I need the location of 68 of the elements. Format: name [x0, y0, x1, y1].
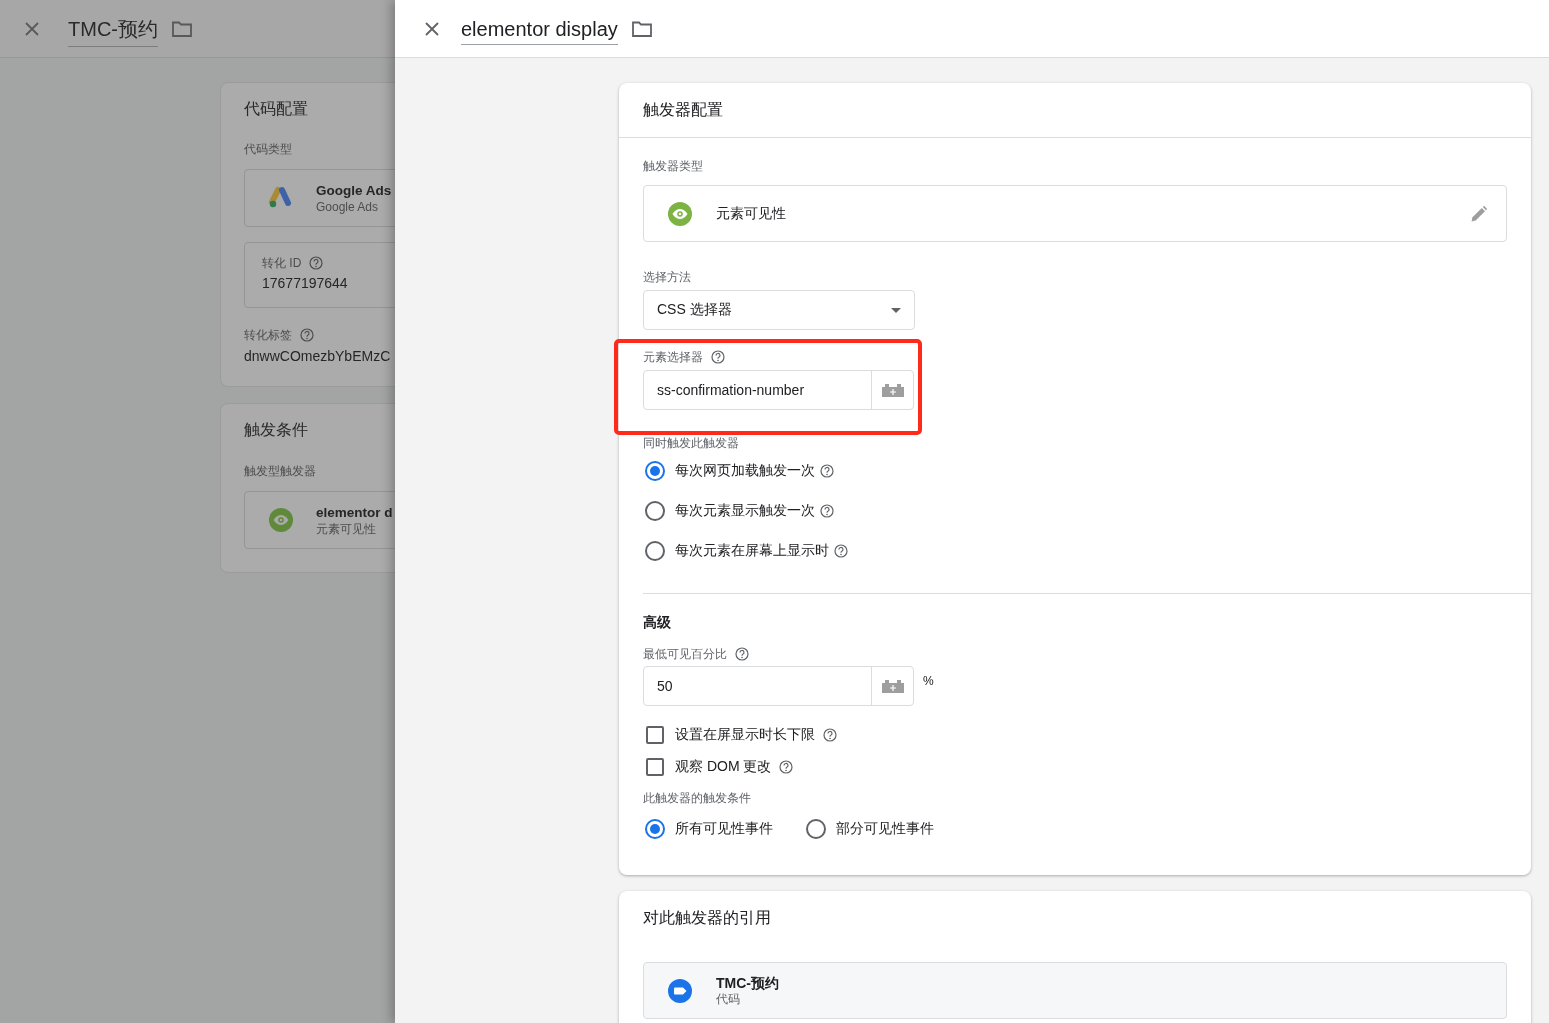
field-label: 最低可见百分比 [643, 646, 727, 662]
help-icon[interactable] [834, 544, 848, 558]
reference-type: 代码 [716, 992, 741, 1007]
help-icon[interactable] [735, 647, 749, 661]
checkbox-label: 观察 DOM 更改 [675, 758, 772, 776]
help-icon[interactable] [300, 328, 314, 342]
trigger-title[interactable]: elementor display [461, 18, 618, 45]
radio-button[interactable] [645, 501, 665, 521]
field-label: 触发器类型 [643, 158, 703, 174]
radio-option[interactable]: 每次元素在屏幕上显示时 [643, 531, 1507, 571]
tag-type-subtitle: Google Ads [316, 199, 380, 215]
select-dropdown[interactable]: CSS 选择器 [643, 290, 915, 330]
variable-brick-icon[interactable] [880, 383, 905, 397]
field-label: 代码类型 [244, 141, 292, 157]
section-title: 高级 [643, 613, 672, 632]
radio-button[interactable] [645, 819, 665, 839]
edit-icon[interactable] [1470, 204, 1488, 223]
text-field[interactable]: ss-confirmation-number [643, 370, 914, 410]
reference-tile[interactable]: TMC-预约 代码 [643, 962, 1507, 1019]
dropdown-caret-icon [891, 307, 901, 313]
tag-title[interactable]: TMC-预约 [68, 16, 158, 47]
trigger-type-tile[interactable]: 元素可见性 [643, 185, 1507, 242]
field-label: 转化 ID [262, 255, 302, 271]
field-label: 选择方法 [643, 269, 691, 285]
trigger-type-name: 元素可见性 [716, 204, 787, 223]
radio-option[interactable]: 每次网页加载触发一次 [643, 451, 1507, 491]
text-field[interactable]: 50 [643, 666, 914, 706]
unit-label: % [923, 674, 934, 688]
eye-icon [268, 507, 294, 533]
field-label: 元素选择器 [643, 349, 703, 365]
checkbox[interactable] [646, 726, 664, 744]
field-label: 同时触发此触发器 [643, 435, 739, 451]
field-value: dnwwCOmezbYbEMzC [244, 347, 392, 366]
folder-icon[interactable] [172, 20, 192, 37]
field-label: 此触发器的触发条件 [643, 790, 751, 806]
radio-option[interactable]: 每次元素显示触发一次 [643, 491, 1507, 531]
help-icon[interactable] [309, 256, 324, 270]
folder-icon[interactable] [631, 20, 652, 37]
help-icon[interactable] [820, 504, 834, 518]
field-label: 转化标签 [244, 327, 292, 343]
card-title: 代码配置 [244, 99, 309, 119]
checkbox-label: 设置在屏显示时长下限 [675, 726, 815, 744]
radio-option[interactable]: 所有可见性事件 [643, 813, 778, 845]
triangle-logo-icon [268, 186, 294, 210]
help-icon[interactable] [823, 728, 837, 742]
close-icon[interactable] [25, 21, 39, 36]
tag-type-name: Google Ads [316, 181, 392, 200]
radio-option[interactable]: 部分可见性事件 [804, 813, 939, 845]
eye-icon [667, 200, 693, 227]
variable-brick-icon[interactable] [880, 679, 905, 693]
tag-icon [667, 977, 693, 1004]
help-icon[interactable] [779, 760, 794, 774]
help-icon[interactable] [820, 464, 834, 478]
radio-button[interactable] [806, 819, 826, 839]
reference-name: TMC-预约 [716, 974, 779, 992]
tag-type-tile[interactable]: Google Ads Google Ads [244, 169, 395, 227]
help-icon[interactable] [711, 350, 725, 364]
trigger-subtitle: 元素可见性 [316, 521, 377, 537]
checkbox[interactable] [646, 758, 664, 776]
radio-button[interactable] [645, 461, 665, 481]
field-label: 触发型触发器 [244, 463, 316, 479]
card-title: 触发器配置 [619, 83, 1531, 138]
card-title: 触发条件 [244, 420, 309, 440]
field-value: 17677197644 [262, 274, 349, 293]
close-icon[interactable] [425, 21, 439, 36]
trigger-name: elementor d [316, 503, 393, 522]
radio-button[interactable] [645, 541, 665, 561]
card-title: 对此触发器的引用 [642, 908, 772, 928]
